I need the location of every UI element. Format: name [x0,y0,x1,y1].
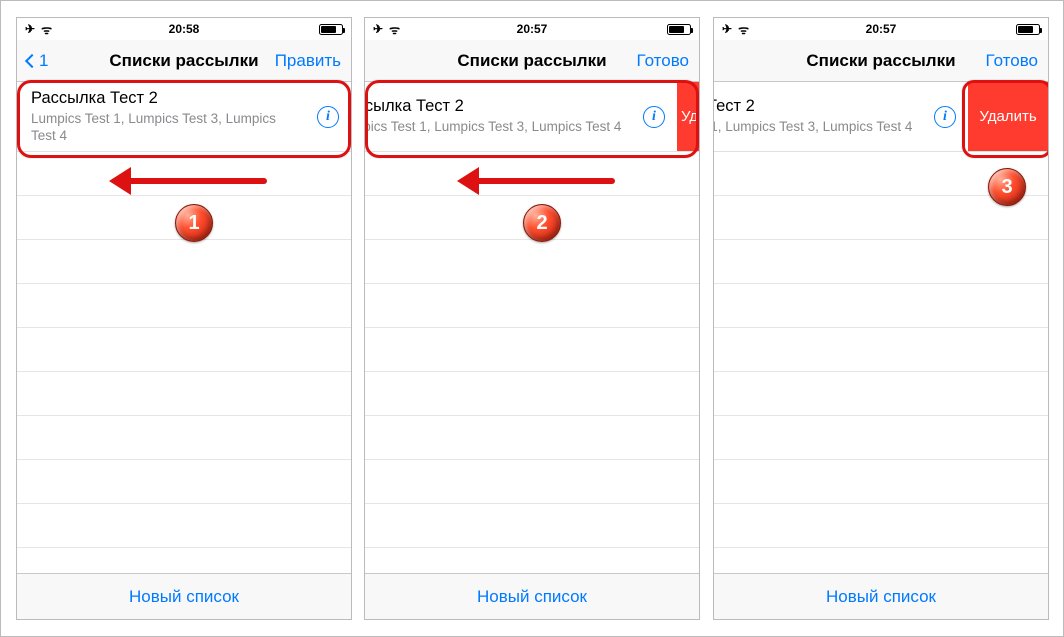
empty-rows [365,152,699,548]
screenshot-step-1: ✈ ᯤ 20:58 1 Списки рассылки Править Расс… [16,17,352,620]
empty-rows [17,152,351,548]
airplane-mode-icon: ✈ [373,22,383,36]
info-icon[interactable]: i [934,106,956,128]
airplane-mode-icon: ✈ [25,22,35,36]
nav-edit-button[interactable]: Править [275,51,341,71]
status-clock: 20:58 [17,22,351,36]
nav-done-button[interactable]: Готово [986,51,1039,71]
status-bar: ✈ ᯤ 20:57 [714,18,1048,40]
wifi-icon: ᯤ [389,21,400,38]
list-members: Lumpics Test 1, Lumpics Test 3, Lumpics … [31,111,301,145]
new-list-button[interactable]: Новый список [17,573,351,619]
empty-rows [714,152,1048,548]
nav-bar: Списки рассылки Готово [714,40,1048,82]
status-clock: 20:57 [365,22,699,36]
status-bar: ✈ ᯤ 20:58 [17,18,351,40]
new-list-button[interactable]: Новый список [365,573,699,619]
wifi-icon: ᯤ [41,21,52,38]
battery-icon [1016,24,1040,35]
status-bar: ✈ ᯤ 20:57 [365,18,699,40]
broadcast-list-row[interactable]: Рассылка Тест 2 Lumpics Test 1, Lumpics … [714,82,1048,152]
broadcast-list-row[interactable]: Рассылка Тест 2 Lumpics Test 1, Lumpics … [365,82,699,152]
list-title: Рассылка Тест 2 [364,97,627,116]
battery-icon [319,24,343,35]
nav-bar: 1 Списки рассылки Править [17,40,351,82]
delete-swipe-button[interactable]: Удалить [968,82,1048,152]
list-members: Lumpics Test 1, Lumpics Test 3, Lumpics … [713,119,918,136]
list-members: Lumpics Test 1, Lumpics Test 3, Lumpics … [364,119,627,136]
delete-swipe-button[interactable]: Уд [677,82,699,152]
screenshot-step-3: ✈ ᯤ 20:57 Списки рассылки Готово Рассылк… [713,17,1049,620]
status-clock: 20:57 [714,22,1048,36]
list-title: Рассылка Тест 2 [31,89,301,108]
info-icon[interactable]: i [317,106,339,128]
airplane-mode-icon: ✈ [722,22,732,36]
wifi-icon: ᯤ [738,21,749,38]
screenshot-step-2: ✈ ᯤ 20:57 Списки рассылки Готово Рассылк… [364,17,700,620]
nav-bar: Списки рассылки Готово [365,40,699,82]
new-list-button[interactable]: Новый список [714,573,1048,619]
nav-done-button[interactable]: Готово [637,51,690,71]
battery-icon [667,24,691,35]
broadcast-list-row[interactable]: Рассылка Тест 2 Lumpics Test 1, Lumpics … [17,82,351,152]
list-title: Рассылка Тест 2 [713,97,918,116]
info-icon[interactable]: i [643,106,665,128]
